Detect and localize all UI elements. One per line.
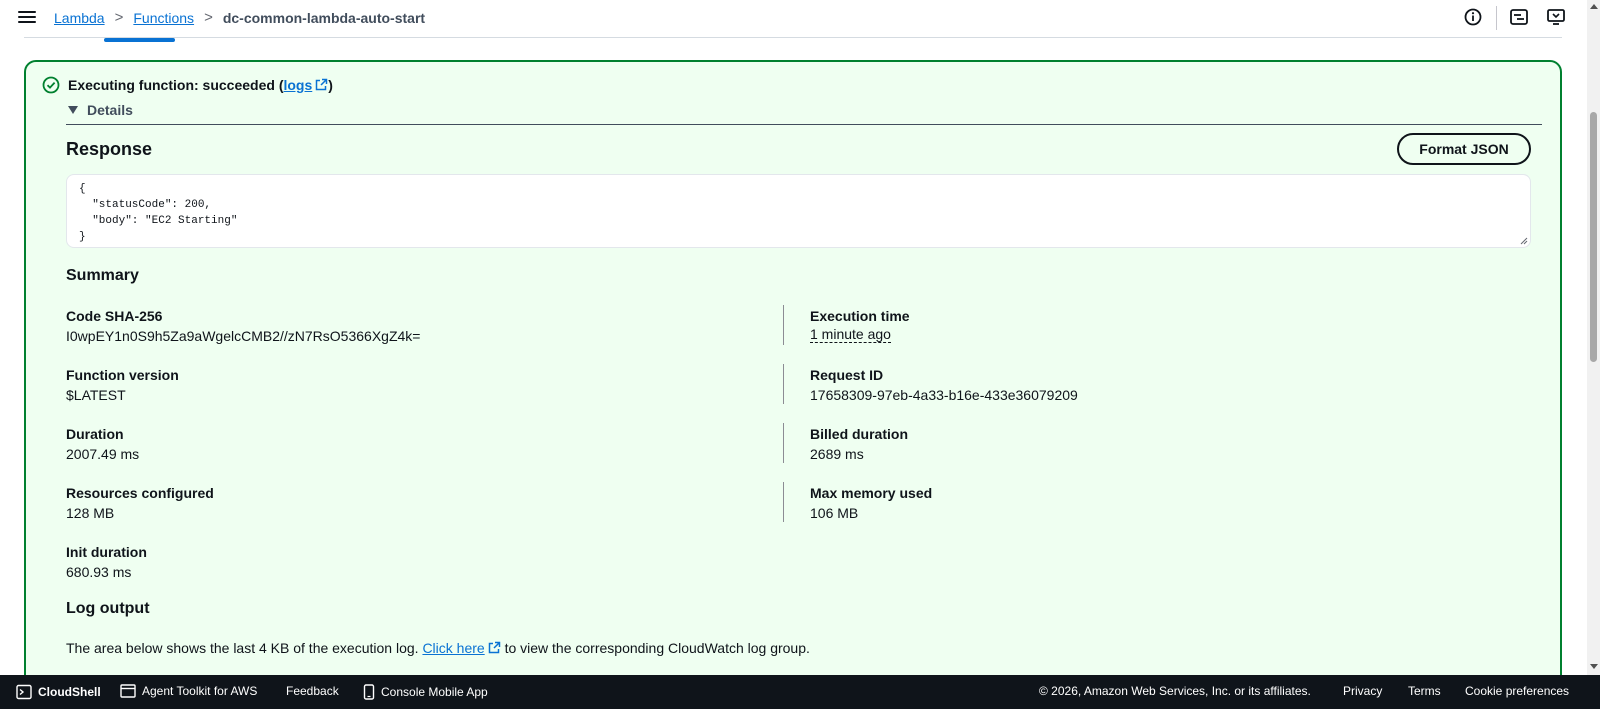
column-divider [783,305,784,345]
details-label: Details [87,102,133,118]
summary-value: 680.93 ms [66,564,132,580]
chevron-right-icon: > [114,9,124,26]
column-divider [783,423,784,463]
scroll-up-icon[interactable] [1590,4,1598,9]
log-output-heading: Log output [66,600,150,617]
cookie-preferences-link[interactable]: Cookie preferences [1465,684,1569,698]
scrollbar-thumb[interactable] [1590,112,1597,362]
logs-link[interactable]: logs [283,77,328,93]
summary-label: Function version [66,367,179,383]
summary-item-execution-time: Execution time 1 minute ago [810,306,910,343]
summary-item-resources: Resources configured 128 MB [66,483,214,523]
summary-value: 17658309-97eb-4a33-b16e-433e36079209 [810,387,1078,403]
summary-item-code-sha: Code SHA-256 I0wpEY1n0S9h5Za9aWgelcCMB2/… [66,306,420,346]
summary-label: Billed duration [810,426,908,442]
summary-label: Duration [66,426,124,442]
response-textarea[interactable]: { "statusCode": 200, "body": "EC2 Starti… [66,174,1531,248]
external-link-icon [316,78,328,91]
cloudshell-label: CloudShell [38,685,101,699]
summary-value: I0wpEY1n0S9h5Za9aWgelcCMB2//zN7RsO5366Xg… [66,328,421,344]
summary-label: Request ID [810,367,884,383]
breadcrumb-current: dc-common-lambda-auto-start [222,9,426,26]
summary-label: Resources configured [66,485,214,501]
feedback-screen-icon[interactable] [1545,6,1567,28]
mobile-phone-icon [363,684,375,700]
terms-link[interactable]: Terms [1408,684,1441,698]
summary-item-request-id: Request ID 17658309-97eb-4a33-b16e-433e3… [810,365,1078,405]
header-divider-line [24,37,1562,38]
summary-heading: Summary [66,267,139,284]
breadcrumb: Lambda > Functions > dc-common-lambda-au… [54,9,425,26]
execution-time-value[interactable]: 1 minute ago [810,326,891,343]
status-text: Executing function: succeeded ( [68,77,284,93]
details-divider [66,124,1542,125]
summary-item-max-memory: Max memory used 106 MB [810,483,932,523]
log-description-text: The area below shows the last 4 KB of th… [66,640,423,656]
page-scrollbar[interactable] [1587,0,1600,675]
details-expander[interactable]: Details [68,102,133,118]
agent-toolkit-label: Agent Toolkit for AWS [142,684,258,698]
column-divider [783,364,784,404]
success-check-icon [42,76,60,94]
chevron-right-icon: > [204,9,213,26]
response-json: { "statusCode": 200, "body": "EC2 Starti… [79,183,238,243]
active-tab-indicator [104,38,175,42]
resize-handle-icon[interactable] [1520,237,1528,245]
breadcrumb-lambda[interactable]: Lambda [54,10,105,26]
format-json-button[interactable]: Format JSON [1397,133,1531,165]
feedback-label: Feedback [286,684,339,698]
split-panel-icon[interactable] [1508,6,1530,28]
header-divider [1496,6,1497,30]
summary-item-billed-duration: Billed duration 2689 ms [810,424,908,464]
column-divider [783,482,784,522]
mobile-app-label: Console Mobile App [381,685,488,699]
summary-value: 2689 ms [810,446,864,462]
console-mobile-app-link[interactable]: Console Mobile App [363,684,488,700]
summary-value: 128 MB [66,505,115,521]
summary-item-init-duration: Init duration 680.93 ms [66,542,147,582]
log-output-description: The area below shows the last 4 KB of th… [66,640,810,656]
cloudwatch-link[interactable]: Click here [422,640,500,656]
summary-value: 2007.49 ms [66,446,140,462]
copyright-text: © 2026, Amazon Web Services, Inc. or its… [1039,684,1311,698]
cloudshell-button[interactable]: CloudShell [16,684,101,700]
scroll-down-icon[interactable] [1590,664,1598,669]
caret-down-icon [68,106,78,114]
summary-value: $LATEST [66,387,126,403]
response-heading: Response [66,139,153,159]
window-icon [120,684,136,698]
summary-item-duration: Duration 2007.49 ms [66,424,139,464]
console-footer: CloudShell Agent Toolkit for AWS Feedbac… [0,675,1600,709]
external-link-icon [488,641,500,654]
status-suffix: ) [328,77,333,93]
summary-label: Execution time [810,308,910,324]
execution-status: Executing function: succeeded ( logs ) [42,76,333,94]
summary-item-function-version: Function version $LATEST [66,365,179,405]
top-navigation-bar: Lambda > Functions > dc-common-lambda-au… [0,0,1587,36]
summary-value: 106 MB [810,505,859,521]
feedback-link[interactable]: Feedback [286,684,339,698]
info-icon[interactable] [1462,6,1484,28]
terminal-icon [16,684,32,700]
agent-toolkit-button[interactable]: Agent Toolkit for AWS [120,684,257,698]
breadcrumb-functions[interactable]: Functions [133,10,194,26]
summary-label: Code SHA-256 [66,308,163,324]
menu-icon[interactable] [18,9,36,25]
privacy-link[interactable]: Privacy [1343,684,1382,698]
log-description-suffix: to view the corresponding CloudWatch log… [500,640,810,656]
summary-label: Max memory used [810,485,933,501]
execution-result-panel: Executing function: succeeded ( logs ) D… [24,60,1562,700]
summary-label: Init duration [66,544,147,560]
